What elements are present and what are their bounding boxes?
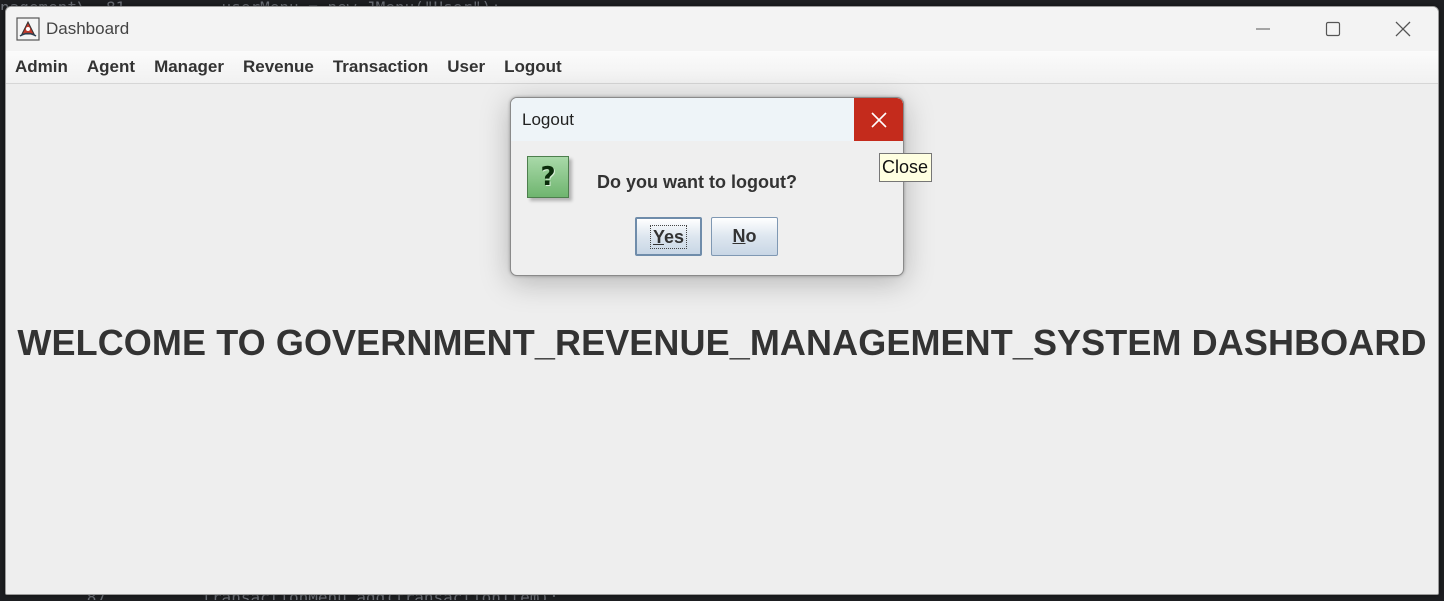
minimize-button[interactable] — [1228, 7, 1298, 51]
minimize-icon — [1256, 28, 1270, 30]
menu-revenue[interactable]: Revenue — [236, 51, 321, 83]
yes-rest: es — [663, 226, 685, 247]
dialog-message: Do you want to logout? — [597, 172, 797, 192]
menu-manager[interactable]: Manager — [147, 51, 231, 83]
menu-admin[interactable]: Admin — [8, 51, 75, 83]
yes-mnemonic: Y — [652, 226, 664, 247]
dialog-title: Logout — [522, 110, 574, 129]
close-icon — [1395, 21, 1411, 37]
dialog-close-button[interactable] — [854, 98, 903, 141]
no-button[interactable]: No — [711, 217, 778, 256]
no-button-label: No — [733, 226, 757, 247]
menu-logout[interactable]: Logout — [497, 51, 569, 83]
dashboard-window: Dashboard Admin Agent Manager Revenue Tr… — [5, 6, 1439, 595]
window-close-button[interactable] — [1368, 7, 1438, 51]
java-app-icon — [16, 17, 40, 41]
question-icon: ? — [527, 156, 569, 198]
menu-user[interactable]: User — [440, 51, 492, 83]
no-rest: o — [745, 226, 757, 246]
logout-dialog: Logout ? Do you want to logout? Yes No — [510, 97, 904, 276]
maximize-button[interactable] — [1298, 7, 1368, 51]
welcome-heading: WELCOME TO GOVERNMENT_REVENUE_MANAGEMENT… — [17, 322, 1427, 363]
yes-button[interactable]: Yes — [635, 217, 702, 256]
window-title: Dashboard — [46, 19, 130, 38]
menu-bar: Admin Agent Manager Revenue Transaction … — [6, 51, 1438, 84]
yes-button-label: Yes — [649, 224, 688, 249]
maximize-icon — [1325, 21, 1341, 37]
close-icon — [870, 111, 887, 128]
no-mnemonic: N — [732, 226, 746, 246]
menu-transaction[interactable]: Transaction — [326, 51, 435, 83]
window-titlebar[interactable]: Dashboard — [6, 7, 1438, 51]
dialog-titlebar[interactable]: Logout — [511, 98, 903, 141]
close-tooltip: Close — [879, 153, 933, 182]
menu-agent[interactable]: Agent — [80, 51, 142, 83]
